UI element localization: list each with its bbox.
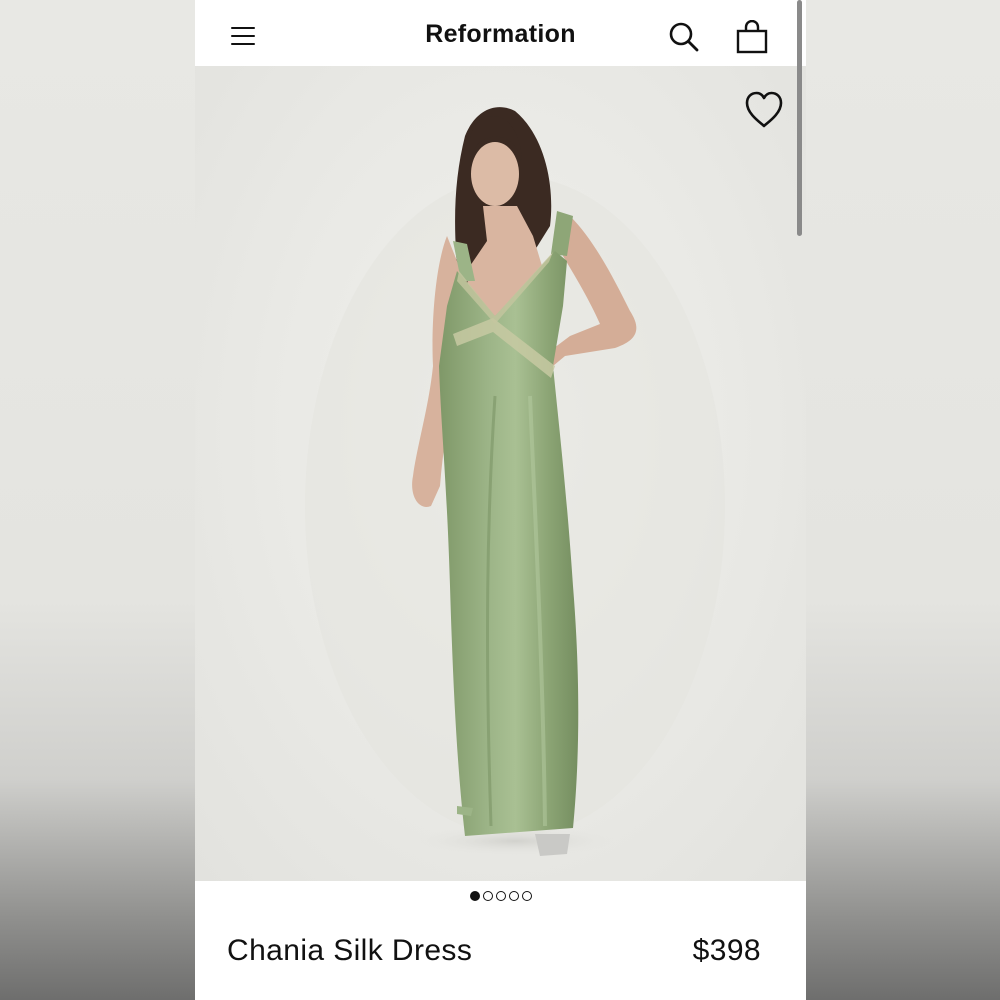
brand-logo[interactable]: Reformation — [195, 20, 806, 49]
shopping-bag-icon — [736, 19, 768, 54]
product-name: Chania Silk Dress — [227, 934, 473, 967]
pagination-dot-4[interactable] — [508, 891, 519, 901]
product-image-gallery[interactable] — [195, 66, 806, 881]
page-scrollbar[interactable] — [797, 0, 802, 236]
top-navigation-bar: Reformation — [195, 4, 806, 66]
pagination-dot-1[interactable] — [469, 891, 480, 901]
heart-outline-icon — [745, 91, 783, 128]
shopping-bag-button[interactable] — [735, 19, 769, 56]
backdrop-left — [0, 0, 195, 1000]
product-price: $398 — [692, 934, 761, 967]
search-button[interactable] — [667, 20, 701, 54]
product-photo — [305, 107, 725, 857]
search-icon — [669, 22, 699, 52]
backdrop-right — [806, 0, 1000, 1000]
gallery-pagination — [195, 891, 806, 907]
pagination-dot-3[interactable] — [495, 891, 506, 901]
favorite-button[interactable] — [743, 90, 785, 130]
pagination-dot-2[interactable] — [482, 891, 493, 901]
pagination-dot-5[interactable] — [521, 891, 532, 901]
phone-screen: Reformation Chania Silk Dress $398 — [195, 0, 806, 1000]
